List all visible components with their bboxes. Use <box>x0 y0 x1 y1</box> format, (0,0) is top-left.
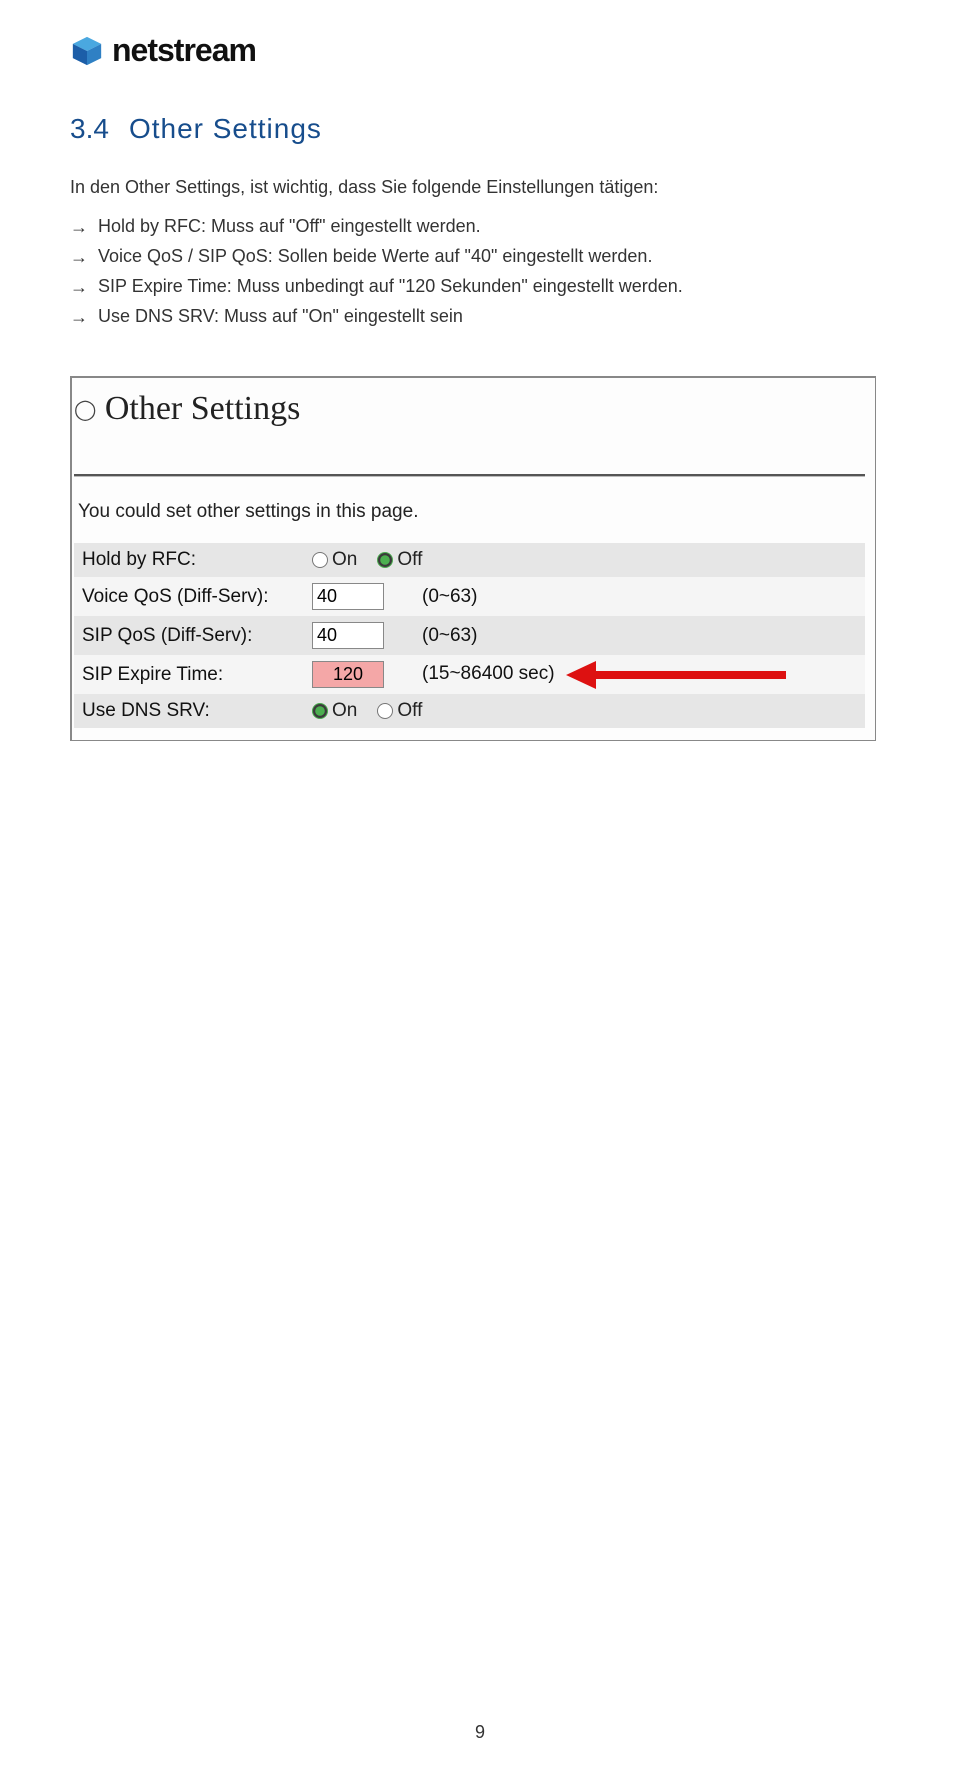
brand-header: netstream <box>70 32 890 69</box>
table-row: SIP Expire Time: (15~86400 sec) <box>74 655 865 694</box>
section-heading: 3.4 Other Settings <box>70 113 890 145</box>
arrow-shaft-icon <box>594 671 786 679</box>
arrow-head-icon <box>566 661 596 689</box>
bullet-text: Voice QoS / SIP QoS: Sollen beide Werte … <box>98 246 652 267</box>
table-row: Voice QoS (Diff-Serv): (0~63) <box>74 577 865 616</box>
table-row: Use DNS SRV: On Off <box>74 694 865 728</box>
use-dns-srv-radios: On Off <box>312 700 857 722</box>
sip-expire-hint-text: (15~86400 sec) <box>422 664 555 685</box>
use-dns-srv-label: Use DNS SRV: <box>74 694 304 728</box>
sip-qos-label: SIP QoS (Diff-Serv): <box>74 616 304 655</box>
arrow-right-icon: → <box>70 276 88 298</box>
radio-label-on: On <box>332 549 357 571</box>
panel-title: Other Settings <box>105 390 300 428</box>
hold-by-rfc-label: Hold by RFC: <box>74 543 304 577</box>
bullet-item: → Hold by RFC: Muss auf "Off" eingestell… <box>70 216 890 238</box>
hold-by-rfc-on-radio[interactable] <box>312 552 328 568</box>
table-row: Hold by RFC: On Off <box>74 543 865 577</box>
panel-desc: You could set other settings in this pag… <box>78 501 861 523</box>
table-row: SIP QoS (Diff-Serv): (0~63) <box>74 616 865 655</box>
section-intro: In den Other Settings, ist wichtig, dass… <box>70 177 890 198</box>
voice-qos-label: Voice QoS (Diff-Serv): <box>74 577 304 616</box>
radio-label-off: Off <box>397 700 422 722</box>
sip-qos-input[interactable] <box>312 622 384 649</box>
hold-by-rfc-off-option[interactable]: Off <box>377 549 422 571</box>
arrow-right-icon: → <box>70 306 88 328</box>
radio-label-on: On <box>332 700 357 722</box>
radio-label-off: Off <box>397 549 422 571</box>
section-title: Other Settings <box>129 113 322 145</box>
section-body: 3.4 Other Settings In den Other Settings… <box>70 113 890 328</box>
hold-by-rfc-off-radio[interactable] <box>377 552 393 568</box>
page-number: 9 <box>0 1722 960 1743</box>
sip-qos-hint: (0~63) <box>414 616 865 655</box>
voice-qos-hint: (0~63) <box>414 577 865 616</box>
bullet-text: Use DNS SRV: Muss auf "On" eingestellt s… <box>98 306 463 327</box>
hold-by-rfc-on-option[interactable]: On <box>312 549 357 571</box>
panel-divider <box>74 474 865 477</box>
bullet-item: → Voice QoS / SIP QoS: Sollen beide Wert… <box>70 246 890 268</box>
settings-table: Hold by RFC: On Off Voice QoS (Diff-Serv… <box>74 543 865 728</box>
section-number: 3.4 <box>70 113 109 145</box>
use-dns-srv-off-option[interactable]: Off <box>377 700 422 722</box>
bullet-item: → SIP Expire Time: Muss unbedingt auf "1… <box>70 276 890 298</box>
sip-expire-label: SIP Expire Time: <box>74 655 304 694</box>
sip-expire-input[interactable] <box>312 661 384 688</box>
arrow-right-icon: → <box>70 216 88 238</box>
bullet-text: Hold by RFC: Muss auf "Off" eingestellt … <box>98 216 481 237</box>
use-dns-srv-off-radio[interactable] <box>377 703 393 719</box>
radio-icon: ◯ <box>74 397 96 422</box>
netstream-logo-icon <box>70 34 104 68</box>
brand-name: netstream <box>112 32 256 69</box>
bullet-list: → Hold by RFC: Muss auf "Off" eingestell… <box>70 216 890 328</box>
bullet-text: SIP Expire Time: Muss unbedingt auf "120… <box>98 276 683 297</box>
red-arrow-icon <box>566 663 786 685</box>
use-dns-srv-on-option[interactable]: On <box>312 700 357 722</box>
other-settings-panel: ◯ Other Settings You could set other set… <box>70 376 876 741</box>
bullet-item: → Use DNS SRV: Muss auf "On" eingestellt… <box>70 306 890 328</box>
sip-expire-hint: (15~86400 sec) <box>414 655 865 694</box>
arrow-right-icon: → <box>70 246 88 268</box>
voice-qos-input[interactable] <box>312 583 384 610</box>
hold-by-rfc-radios: On Off <box>312 549 857 571</box>
use-dns-srv-on-radio[interactable] <box>312 703 328 719</box>
